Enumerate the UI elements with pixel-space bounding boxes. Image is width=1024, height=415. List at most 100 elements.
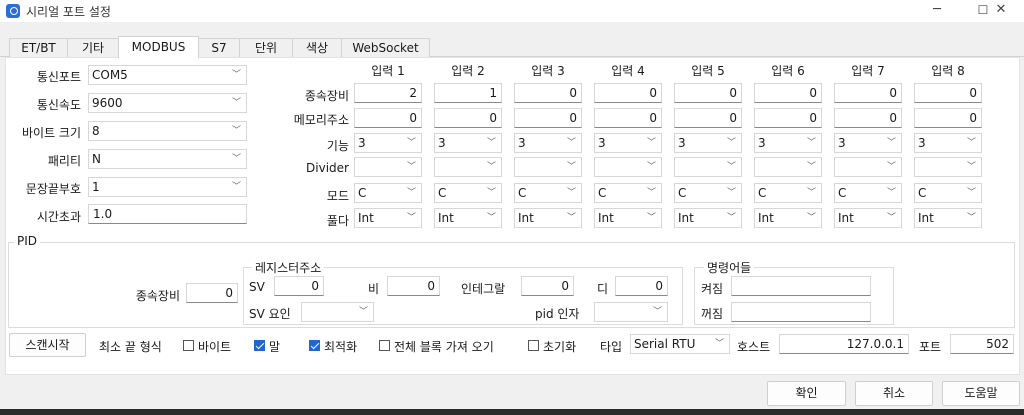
input-2-mode-select[interactable]: C ﹀ [434,183,502,203]
input-4-mode-select[interactable]: C ﹀ [594,183,662,203]
optimize-checkbox[interactable] [309,340,320,351]
tab-s7[interactable]: S7 [198,38,240,57]
input-1-decode-select[interactable]: Int ﹀ [354,208,422,228]
word-checkbox[interactable] [254,340,265,351]
select-value: C [598,186,607,200]
chevron-down-icon: ﹀ [966,188,976,198]
input-3-slave-field[interactable]: 0 [514,83,582,103]
input-6-divider-select[interactable]: ﹀ [754,157,822,177]
p-label: 비 [368,282,380,296]
input-8-address-field[interactable]: 0 [914,108,982,128]
input-1-address-field[interactable]: 0 [354,108,422,128]
minimize-button[interactable]: ─ [914,0,960,22]
pid-group-title: PID [14,234,41,248]
input-6-function-select[interactable]: 3 ﹀ [754,133,822,153]
cancel-button[interactable]: 취소 [855,381,933,406]
close-button[interactable]: ✕ [978,0,1024,22]
input-7-mode-select[interactable]: C ﹀ [834,183,902,203]
off-command-field[interactable] [731,302,871,322]
ok-button[interactable]: 확인 [767,381,846,406]
input-5-address-field[interactable]: 0 [674,108,742,128]
input-4-function-select[interactable]: 3 ﹀ [594,133,662,153]
input-3-divider-select[interactable]: ﹀ [514,157,582,177]
input-7-divider-select[interactable]: ﹀ [834,157,902,177]
input-1-mode-select[interactable]: C ﹀ [354,183,422,203]
tab-websocket[interactable]: WebSocket [341,38,430,57]
tab-modbus[interactable]: MODBUS [118,36,199,58]
i-field[interactable]: 0 [521,276,574,296]
chevron-down-icon: ﹀ [406,213,416,223]
input-5-slave-field[interactable]: 0 [674,83,742,103]
chevron-down-icon: ﹀ [806,138,816,148]
d-label: 디 [597,282,609,296]
input-1-slave-field[interactable]: 2 [354,83,422,103]
byte-checkbox[interactable] [183,340,194,351]
select-value: 3 [678,136,686,150]
p-field[interactable]: 0 [387,276,440,296]
input-5-divider-select[interactable]: ﹀ [674,157,742,177]
tab-units[interactable]: 단위 [239,38,293,57]
input-2-divider-select[interactable]: ﹀ [434,157,502,177]
input-4-slave-field[interactable]: 0 [594,83,662,103]
init-checkbox[interactable] [528,340,539,351]
timeout-field[interactable]: 1.0 [88,204,247,224]
scan-button[interactable]: 스캔시작 [9,333,86,357]
input-7-address-field[interactable]: 0 [834,108,902,128]
input-8-mode-select[interactable]: C ﹀ [914,183,982,203]
host-label: 호스트 [737,340,771,354]
chevron-down-icon: ﹀ [726,162,736,172]
input-7-decode-select[interactable]: Int ﹀ [834,208,902,228]
chevron-down-icon: ﹀ [646,162,656,172]
input-3-mode-select[interactable]: C ﹀ [514,183,582,203]
input-8-slave-field[interactable]: 0 [914,83,982,103]
tab-misc[interactable]: 기타 [67,38,119,57]
input-8-decode-select[interactable]: Int ﹀ [914,208,982,228]
input-1-divider-select[interactable]: ﹀ [354,157,422,177]
input-1-function-select[interactable]: 3 ﹀ [354,133,422,153]
fetch-all-checkbox[interactable] [379,340,390,351]
select-value: Int [918,211,934,225]
port-select[interactable]: COM5 ﹀ [88,65,247,85]
input-7-slave-field[interactable]: 0 [834,83,902,103]
sv-field[interactable]: 0 [274,276,324,296]
input-3-function-select[interactable]: 3 ﹀ [514,133,582,153]
type-select[interactable]: Serial RTU ﹀ [630,334,730,354]
input-3-address-field[interactable]: 0 [514,108,582,128]
pid-factor-select[interactable]: ﹀ [594,302,668,322]
input-6-decode-select[interactable]: Int ﹀ [754,208,822,228]
input-2-address-field[interactable]: 0 [434,108,502,128]
input-7-function-select[interactable]: 3 ﹀ [834,133,902,153]
input-6-mode-select[interactable]: C ﹀ [754,183,822,203]
host-field[interactable]: 127.0.0.1 [779,334,909,354]
divider-row-label: Divider [306,161,349,175]
input-8-divider-select[interactable]: ﹀ [914,157,982,177]
input-2-slave-field[interactable]: 1 [434,83,502,103]
input-4-decode-select[interactable]: Int ﹀ [594,208,662,228]
type-label: 타입 [600,340,623,354]
input-2-function-select[interactable]: 3 ﹀ [434,133,502,153]
input-5-function-select[interactable]: 3 ﹀ [674,133,742,153]
stopbits-select[interactable]: 1 ﹀ [88,177,247,197]
baud-select[interactable]: 9600 ﹀ [88,93,247,113]
d-field[interactable]: 0 [615,276,668,296]
tab-colors[interactable]: 색상 [292,38,342,57]
input-5-decode-select[interactable]: Int ﹀ [674,208,742,228]
input-5-mode-select[interactable]: C ﹀ [674,183,742,203]
input-6-slave-field[interactable]: 0 [754,83,822,103]
bytesize-select[interactable]: 8 ﹀ [88,121,247,141]
parity-select[interactable]: N ﹀ [88,149,247,169]
tab-etbt[interactable]: ET/BT [9,38,68,57]
input-3-decode-select[interactable]: Int ﹀ [514,208,582,228]
input-4-address-field[interactable]: 0 [594,108,662,128]
chevron-down-icon: ﹀ [806,213,816,223]
pid-slave-field[interactable]: 0 [186,283,238,303]
sv-factor-select[interactable]: ﹀ [301,302,374,322]
input-8-function-select[interactable]: 3 ﹀ [914,133,982,153]
input-2-decode-select[interactable]: Int ﹀ [434,208,502,228]
on-command-field[interactable] [731,276,871,296]
port-number-field[interactable]: 502 [950,334,1014,354]
help-button[interactable]: 도움말 [942,381,1020,406]
chevron-down-icon: ﹀ [806,188,816,198]
input-6-address-field[interactable]: 0 [754,108,822,128]
input-4-divider-select[interactable]: ﹀ [594,157,662,177]
